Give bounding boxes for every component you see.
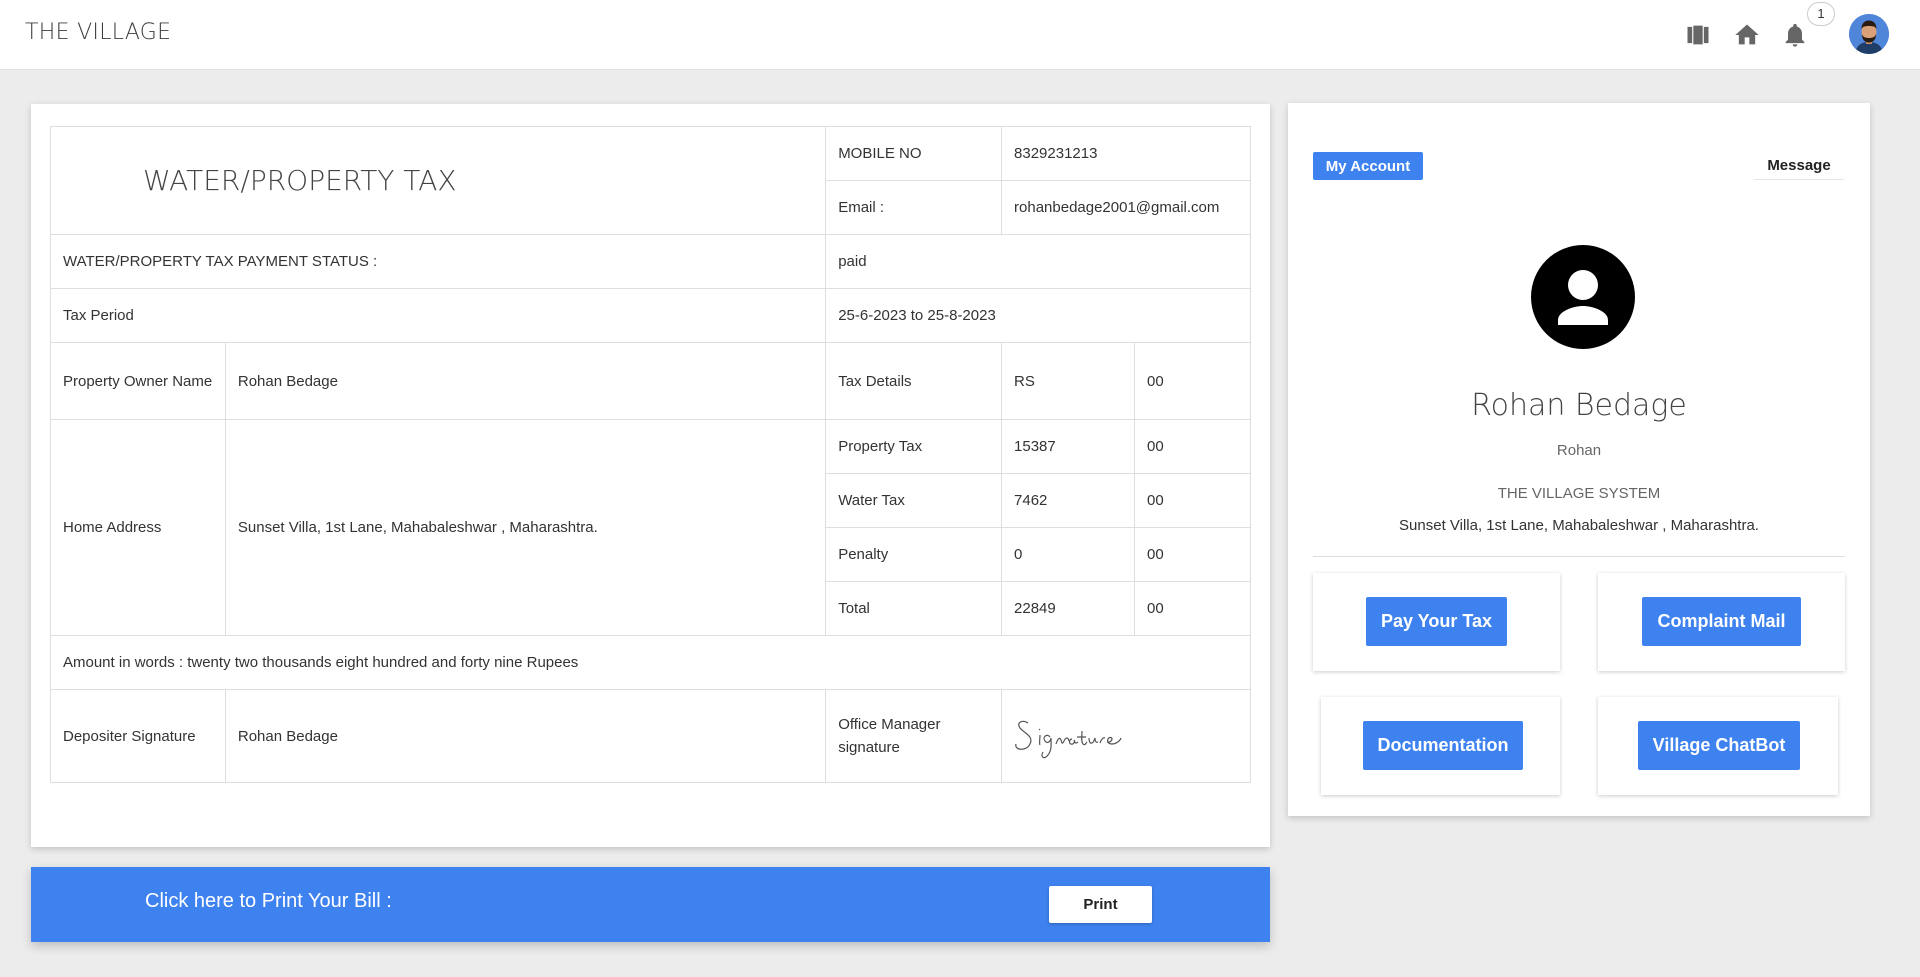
bill-table: WATER/PROPERTY TAX MOBILE NO 8329231213 … <box>49 126 1252 783</box>
complaint-mail-card: Complaint Mail <box>1598 573 1845 671</box>
table-row: WATER/PROPERTY TAX PAYMENT STATUS : paid <box>49 234 1251 289</box>
tax-item-amount: 22849 <box>1001 581 1135 636</box>
chatbot-card: Village ChatBot <box>1598 697 1838 795</box>
tax-item-label: Total <box>825 581 1003 636</box>
tax-item-amount: 15387 <box>1001 419 1135 474</box>
user-avatar-image <box>1849 14 1889 54</box>
profile-avatar-icon <box>1531 245 1635 349</box>
table-row: WATER/PROPERTY TAX MOBILE NO 8329231213 <box>49 126 1251 235</box>
currency-paise: 00 <box>1133 342 1252 420</box>
pay-tax-card: Pay Your Tax <box>1313 573 1560 671</box>
depositer-signature-label: Depositer Signature <box>50 689 226 783</box>
payment-status-value: paid <box>825 234 1251 289</box>
manager-signature-label: Office Manager signature <box>825 689 1003 783</box>
tax-period-label: Tax Period <box>49 288 827 343</box>
tax-item-label: Penalty <box>825 527 1003 582</box>
table-row: Home Address Sunset Villa, 1st Lane, Mah… <box>50 419 1252 636</box>
profile-username: Rohan <box>1556 442 1602 459</box>
tax-item-paise: 00 <box>1133 527 1252 582</box>
table-row: Property Owner Name Rohan Bedage Tax Det… <box>50 342 1252 420</box>
tax-details-label: Tax Details <box>825 342 1003 420</box>
profile-address: Sunset Villa, 1st Lane, Mahabaleshwar , … <box>1399 517 1759 534</box>
table-row: Amount in words : twenty two thousands e… <box>50 635 1251 690</box>
person-icon <box>1558 270 1608 325</box>
tax-item-label: Property Tax <box>825 419 1003 474</box>
village-chatbot-button[interactable]: Village ChatBot <box>1638 721 1800 770</box>
profile-card: My Account Message Rohan Bedage Rohan TH… <box>1288 103 1870 816</box>
table-row: Tax Period 25-6-2023 to 25-8-2023 <box>49 288 1251 343</box>
amount-in-words: Amount in words : twenty two thousands e… <box>50 635 1251 690</box>
owner-name-value: Rohan Bedage <box>224 342 827 420</box>
bill-title: WATER/PROPERTY TAX <box>49 126 827 235</box>
top-navbar: THE VILLAGE 1 <box>0 0 1920 70</box>
tax-item-paise: 00 <box>1133 581 1252 636</box>
tax-item-amount: 7462 <box>1001 473 1135 528</box>
tab-message[interactable]: Message <box>1754 152 1844 180</box>
print-bar: Click here to Print Your Bill : Print <box>31 867 1270 942</box>
mobile-label: MOBILE NO <box>825 126 1003 181</box>
home-icon[interactable] <box>1733 21 1761 49</box>
currency-label: RS <box>1001 342 1135 420</box>
user-avatar[interactable] <box>1849 14 1889 54</box>
bill-card: WATER/PROPERTY TAX MOBILE NO 8329231213 … <box>31 104 1270 847</box>
email-value: rohanbedage2001@gmail.com <box>1001 180 1251 235</box>
profile-name: Rohan Bedage <box>1471 388 1687 423</box>
complaint-mail-button[interactable]: Complaint Mail <box>1642 597 1801 646</box>
depositer-signature-value: Rohan Bedage <box>224 689 827 783</box>
book-icon[interactable] <box>1684 21 1712 49</box>
tab-my-account[interactable]: My Account <box>1313 152 1423 180</box>
tax-item-amount: 0 <box>1001 527 1135 582</box>
brand-title[interactable]: THE VILLAGE <box>25 20 171 45</box>
notification-badge[interactable]: 1 <box>1807 2 1835 26</box>
owner-name-label: Property Owner Name <box>50 342 226 420</box>
documentation-button[interactable]: Documentation <box>1363 721 1523 770</box>
table-row: Depositer Signature Rohan Bedage Office … <box>50 689 1251 783</box>
print-prompt-text: Click here to Print Your Bill : <box>145 890 392 912</box>
tax-item-paise: 00 <box>1133 473 1252 528</box>
home-address-value: Sunset Villa, 1st Lane, Mahabaleshwar , … <box>224 419 827 636</box>
documentation-card: Documentation <box>1321 697 1560 795</box>
tax-period-value: 25-6-2023 to 25-8-2023 <box>825 288 1251 343</box>
bell-icon[interactable] <box>1781 21 1809 49</box>
tax-item-paise: 00 <box>1133 419 1252 474</box>
payment-status-label: WATER/PROPERTY TAX PAYMENT STATUS : <box>49 234 827 289</box>
manager-signature-cell <box>1001 689 1251 783</box>
profile-system: THE VILLAGE SYSTEM <box>1497 485 1661 502</box>
print-button[interactable]: Print <box>1049 886 1152 923</box>
mobile-value: 8329231213 <box>1001 126 1251 181</box>
divider <box>1313 556 1845 557</box>
tax-item-label: Water Tax <box>825 473 1003 528</box>
signature-image <box>1015 720 1122 759</box>
email-label: Email : <box>825 180 1003 235</box>
home-address-label: Home Address <box>50 419 226 636</box>
pay-your-tax-button[interactable]: Pay Your Tax <box>1366 597 1507 646</box>
